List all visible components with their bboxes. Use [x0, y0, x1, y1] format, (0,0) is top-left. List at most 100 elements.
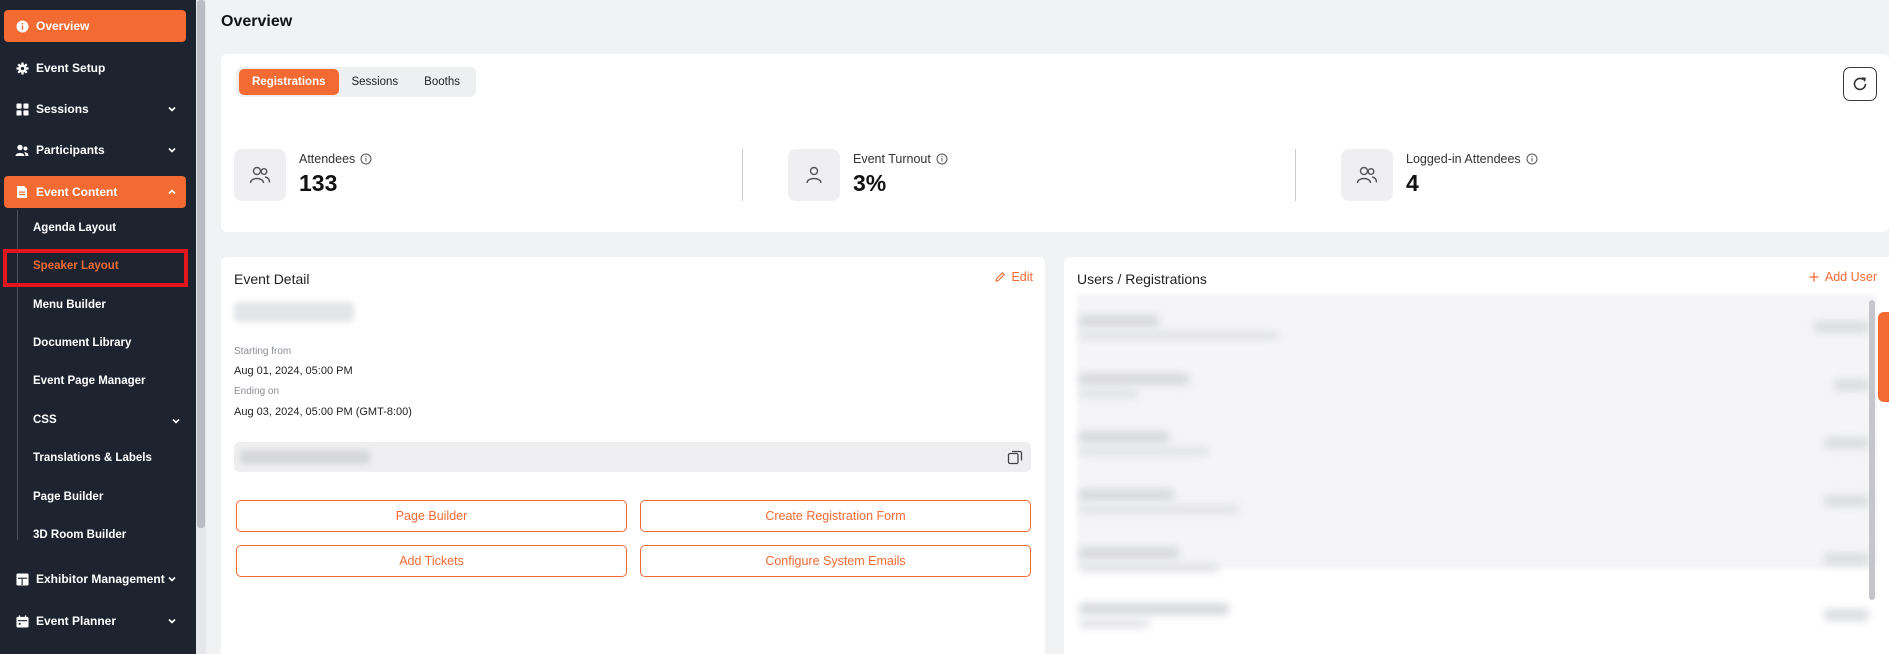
- info-icon: [15, 19, 29, 33]
- users-scrollbar[interactable]: [1869, 300, 1875, 600]
- sidebar: Overview Event Setup Sessions Participan…: [0, 0, 196, 654]
- chevron-down-icon: [168, 618, 176, 624]
- refresh-icon: [1853, 77, 1867, 91]
- tab-sessions[interactable]: Sessions: [339, 69, 412, 95]
- create-registration-form-button[interactable]: Create Registration Form: [640, 500, 1031, 532]
- chevron-down-icon: [168, 106, 176, 112]
- highlight-box: [3, 249, 188, 287]
- add-user-button[interactable]: Add User: [1808, 270, 1877, 284]
- submenu-item-label: CSS: [33, 414, 57, 426]
- users-title: Users / Registrations: [1077, 271, 1207, 287]
- starting-label: Starting from: [234, 346, 292, 357]
- sidebar-item-event-setup[interactable]: Event Setup: [4, 52, 186, 84]
- event-detail-card: Event Detail Edit Starting from Aug 01, …: [221, 257, 1045, 654]
- list-item: [1079, 483, 1869, 521]
- stat-attendees: Attendees 133: [234, 149, 372, 201]
- chevron-up-icon: [168, 189, 176, 195]
- sidebar-item-label: Overview: [36, 19, 90, 33]
- calendar-icon: [15, 614, 29, 628]
- tab-booths[interactable]: Booths: [411, 69, 473, 95]
- submenu-item-label: Menu Builder: [33, 299, 106, 311]
- submenu-item-label: Page Builder: [33, 491, 104, 503]
- list-item: [1079, 541, 1869, 579]
- starting-value: Aug 01, 2024, 05:00 PM: [234, 365, 353, 377]
- sidebar-item-label: Event Setup: [36, 61, 106, 75]
- layout-icon: [15, 572, 29, 586]
- submenu-item-css[interactable]: CSS: [33, 408, 183, 432]
- chevron-down-icon: [172, 418, 180, 424]
- ending-label: Ending on: [234, 386, 280, 397]
- submenu-item-label: Event Page Manager: [33, 375, 146, 387]
- stat-value: 3%: [853, 170, 887, 196]
- sidebar-item-label: Participants: [36, 143, 105, 157]
- sidebar-item-sessions[interactable]: Sessions: [4, 93, 186, 125]
- submenu-item-page-builder[interactable]: Page Builder: [33, 485, 183, 509]
- tab-registrations[interactable]: Registrations: [239, 69, 339, 95]
- sidebar-item-event-planner[interactable]: Event Planner: [4, 605, 186, 637]
- event-link-blurred: [240, 450, 370, 464]
- stat-label-text: Logged-in Attendees: [1406, 152, 1521, 166]
- stat-divider: [1295, 149, 1296, 201]
- info-icon[interactable]: [360, 153, 372, 165]
- stat-label: Logged-in Attendees: [1406, 152, 1538, 166]
- sidebar-item-event-content[interactable]: Event Content: [4, 176, 186, 208]
- configure-system-emails-button[interactable]: Configure System Emails: [640, 545, 1031, 577]
- edit-label: Edit: [1011, 270, 1033, 284]
- sidebar-scrollbar[interactable]: [196, 0, 206, 654]
- copy-icon[interactable]: [1007, 449, 1023, 465]
- stat-label-text: Attendees: [299, 152, 356, 166]
- submenu-item-label: Translations & Labels: [33, 452, 152, 464]
- sidebar-item-overview[interactable]: Overview: [4, 10, 186, 42]
- stat-value: 133: [299, 170, 338, 196]
- sidebar-item-label: Sessions: [36, 102, 89, 116]
- sidebar-scrollbar-thumb[interactable]: [197, 0, 205, 528]
- list-item: [1079, 425, 1869, 463]
- list-item: [1079, 367, 1869, 405]
- info-icon[interactable]: [1526, 153, 1538, 165]
- page-builder-button[interactable]: Page Builder: [236, 500, 627, 532]
- submenu-item-3d-room-builder[interactable]: 3D Room Builder: [33, 523, 183, 547]
- submenu-item-menu-builder[interactable]: Menu Builder: [33, 293, 183, 317]
- users-icon: [15, 143, 29, 157]
- submenu-item-agenda-layout[interactable]: Agenda Layout: [33, 216, 183, 240]
- sidebar-item-label: Event Planner: [36, 614, 117, 628]
- event-name-blurred: [234, 302, 354, 322]
- plus-icon: [1809, 272, 1819, 282]
- sidebar-item-label: Event Content: [36, 185, 118, 199]
- gear-icon: [15, 61, 29, 75]
- stat-divider: [742, 149, 743, 201]
- user-icon: [788, 149, 840, 201]
- add-tickets-button[interactable]: Add Tickets: [236, 545, 627, 577]
- list-item: [1079, 309, 1869, 347]
- users-icon: [234, 149, 286, 201]
- stat-value: 4: [1406, 170, 1419, 196]
- stat-event-turnout: Event Turnout 3%: [788, 149, 948, 201]
- document-icon: [15, 185, 29, 199]
- page-title: Overview: [221, 13, 293, 30]
- add-user-label: Add User: [1824, 270, 1877, 284]
- tab-bar: Registrations Sessions Booths: [236, 67, 476, 97]
- pencil-icon: [995, 272, 1006, 282]
- overview-stats-card: Registrations Sessions Booths Attendees …: [221, 54, 1889, 232]
- submenu-item-label: 3D Room Builder: [33, 529, 127, 541]
- users-registrations-card: Users / Registrations Add User: [1064, 257, 1889, 654]
- info-icon[interactable]: [936, 153, 948, 165]
- submenu-item-label: Agenda Layout: [33, 222, 117, 234]
- submenu-item-label: Document Library: [33, 337, 132, 349]
- event-link-field[interactable]: [234, 442, 1031, 472]
- list-item: [1079, 597, 1869, 635]
- event-detail-title: Event Detail: [234, 271, 310, 287]
- chevron-down-icon: [168, 147, 176, 153]
- grid-icon: [15, 102, 29, 116]
- stat-logged-in-attendees: Logged-in Attendees 4: [1341, 149, 1538, 201]
- sidebar-item-participants[interactable]: Participants: [4, 134, 186, 166]
- submenu-item-translations-labels[interactable]: Translations & Labels: [33, 446, 183, 470]
- side-feedback-tab[interactable]: [1878, 312, 1889, 402]
- submenu-item-event-page-manager[interactable]: Event Page Manager: [33, 369, 183, 393]
- sidebar-item-exhibitor-management[interactable]: Exhibitor Management: [4, 563, 186, 595]
- refresh-button[interactable]: [1843, 67, 1877, 101]
- submenu-item-document-library[interactable]: Document Library: [33, 331, 183, 355]
- edit-button[interactable]: Edit: [994, 270, 1033, 284]
- users-icon: [1341, 149, 1393, 201]
- sidebar-item-label: Exhibitor Management: [36, 572, 165, 586]
